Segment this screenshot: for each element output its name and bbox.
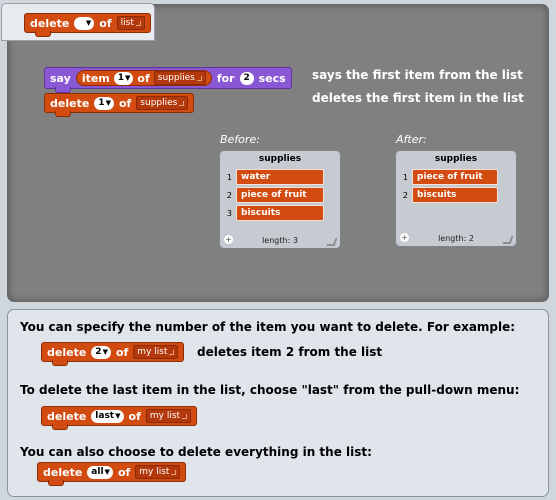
list-item[interactable]: 1 water: [224, 169, 324, 185]
list-dropdown-label: supplies: [140, 98, 178, 108]
block-keyword-of: of: [128, 409, 141, 423]
dropdown-arrow-icon: [182, 413, 188, 419]
watcher-title: supplies: [258, 154, 302, 164]
list-dropdown-label: supplies: [157, 73, 195, 83]
list-dropdown-label: my list: [137, 347, 168, 357]
list-dropdown[interactable]: supplies: [136, 96, 189, 110]
watcher-footer: + length: 3: [224, 235, 338, 246]
paragraph-delete-last: To delete the last item in the list, cho…: [20, 383, 520, 397]
list-item-cell[interactable]: biscuits: [412, 187, 498, 203]
watcher-footer: + length: 2: [400, 233, 514, 244]
dropdown-arrow-icon: ▼: [115, 412, 121, 420]
item-number-dropdown[interactable]: 1 ▼: [94, 96, 114, 110]
dropdown-arrow-icon: ▼: [125, 74, 131, 82]
block-keyword-of: of: [118, 96, 132, 110]
say-description: says the first item from the list: [312, 68, 523, 82]
block-keyword-say: say: [50, 71, 71, 85]
list-dropdown-label: my list: [139, 467, 170, 477]
delete-of-list-block[interactable]: delete ▼ of list: [24, 13, 151, 37]
info-panel: You can specify the number of the item y…: [7, 309, 549, 497]
block-keyword-delete: delete: [47, 345, 87, 359]
dropdown-arrow-icon: ▼: [85, 19, 92, 27]
list-item-cell[interactable]: biscuits: [236, 205, 324, 221]
list-dropdown[interactable]: my list: [145, 409, 192, 423]
item-number-value: 1: [117, 73, 125, 83]
dropdown-arrow-icon: ▼: [102, 348, 108, 356]
dropdown-arrow-icon: [196, 75, 202, 81]
item-number-dropdown[interactable]: 2 ▼: [91, 345, 111, 359]
list-dropdown[interactable]: list: [116, 16, 145, 30]
list-item-index: 2: [402, 190, 408, 200]
item-number-value: last: [95, 411, 115, 421]
block-keyword-of: of: [117, 465, 131, 479]
item-number-dropdown[interactable]: last ▼: [91, 409, 124, 423]
block-keyword-delete: delete: [30, 16, 70, 30]
block-keyword-delete: delete: [50, 96, 90, 110]
list-item-cell[interactable]: piece of fruit: [236, 187, 324, 203]
list-item-cell[interactable]: water: [236, 169, 324, 185]
delete-description: deletes the first item in the list: [312, 91, 524, 105]
item-number-dropdown[interactable]: 1 ▼: [113, 71, 134, 85]
delete-first-item-block[interactable]: delete 1 ▼ of supplies: [44, 93, 195, 117]
item-number-value: all: [91, 467, 104, 477]
list-watcher-before[interactable]: supplies 1 water 2 piece of fruit 3 bisc…: [219, 150, 341, 249]
list-length: length: 2: [438, 234, 474, 243]
list-item[interactable]: 2 piece of fruit: [224, 187, 324, 203]
watcher-title: supplies: [434, 154, 478, 164]
list-dropdown[interactable]: supplies: [153, 71, 206, 85]
dropdown-arrow-icon: [135, 20, 141, 26]
list-dropdown[interactable]: my list: [135, 465, 181, 479]
block-keyword-delete: delete: [43, 465, 83, 479]
list-watcher-after[interactable]: supplies 1 piece of fruit 2 biscuits + l…: [395, 150, 517, 247]
item-dropdown[interactable]: ▼: [74, 16, 95, 30]
list-dropdown-label: list: [120, 18, 134, 28]
reporter-keyword-item: item: [81, 71, 110, 85]
block-keyword-of: of: [99, 16, 112, 30]
item-number-dropdown[interactable]: all ▼: [87, 465, 113, 479]
delete-all-block[interactable]: delete all ▼ of my list: [37, 462, 187, 486]
list-item[interactable]: 2 biscuits: [400, 187, 498, 203]
delete-last-block[interactable]: delete last ▼ of my list: [41, 406, 198, 430]
block-keyword-for: for: [216, 71, 235, 85]
list-length: length: 3: [262, 236, 298, 245]
list-item-index: 3: [226, 208, 232, 218]
example-description: deletes item 2 from the list: [197, 345, 383, 359]
list-item-index: 1: [402, 172, 408, 182]
block-keyword-of: of: [115, 345, 129, 359]
list-item[interactable]: 1 piece of fruit: [400, 169, 498, 185]
list-dropdown-label: my list: [149, 411, 181, 421]
dropdown-arrow-icon: [179, 100, 185, 106]
item-of-list-reporter[interactable]: item 1 ▼ of supplies: [75, 70, 212, 86]
dropdown-arrow-icon: ▼: [104, 468, 110, 476]
item-number-value: 2: [95, 347, 102, 357]
secs-input[interactable]: 2: [239, 71, 254, 85]
after-label: After:: [396, 133, 427, 146]
reporter-keyword-of: of: [137, 71, 150, 85]
dropdown-arrow-icon: [171, 469, 177, 475]
list-item-index: 1: [226, 172, 232, 182]
block-keyword-secs: secs: [258, 71, 286, 85]
block-keyword-delete: delete: [47, 409, 87, 423]
item-number-value: 1: [98, 98, 105, 108]
list-dropdown[interactable]: my list: [133, 345, 179, 359]
list-item-index: 2: [226, 190, 232, 200]
say-item-for-secs-block[interactable]: say item 1 ▼ of supplies for 2 secs: [44, 67, 292, 93]
demo-panel: say item 1 ▼ of supplies for 2 secs delet…: [7, 4, 549, 302]
dropdown-arrow-icon: [169, 349, 175, 355]
paragraph-delete-all: You can also choose to delete everything…: [20, 445, 372, 459]
dropdown-arrow-icon: ▼: [105, 99, 111, 107]
list-item-cell[interactable]: piece of fruit: [412, 169, 498, 185]
list-item[interactable]: 3 biscuits: [224, 205, 324, 221]
header-tab: delete ▼ of list: [1, 3, 155, 41]
before-label: Before:: [220, 133, 260, 146]
delete-item-2-block[interactable]: delete 2 ▼ of my list: [41, 342, 185, 366]
paragraph-specify-number: You can specify the number of the item y…: [20, 320, 516, 334]
